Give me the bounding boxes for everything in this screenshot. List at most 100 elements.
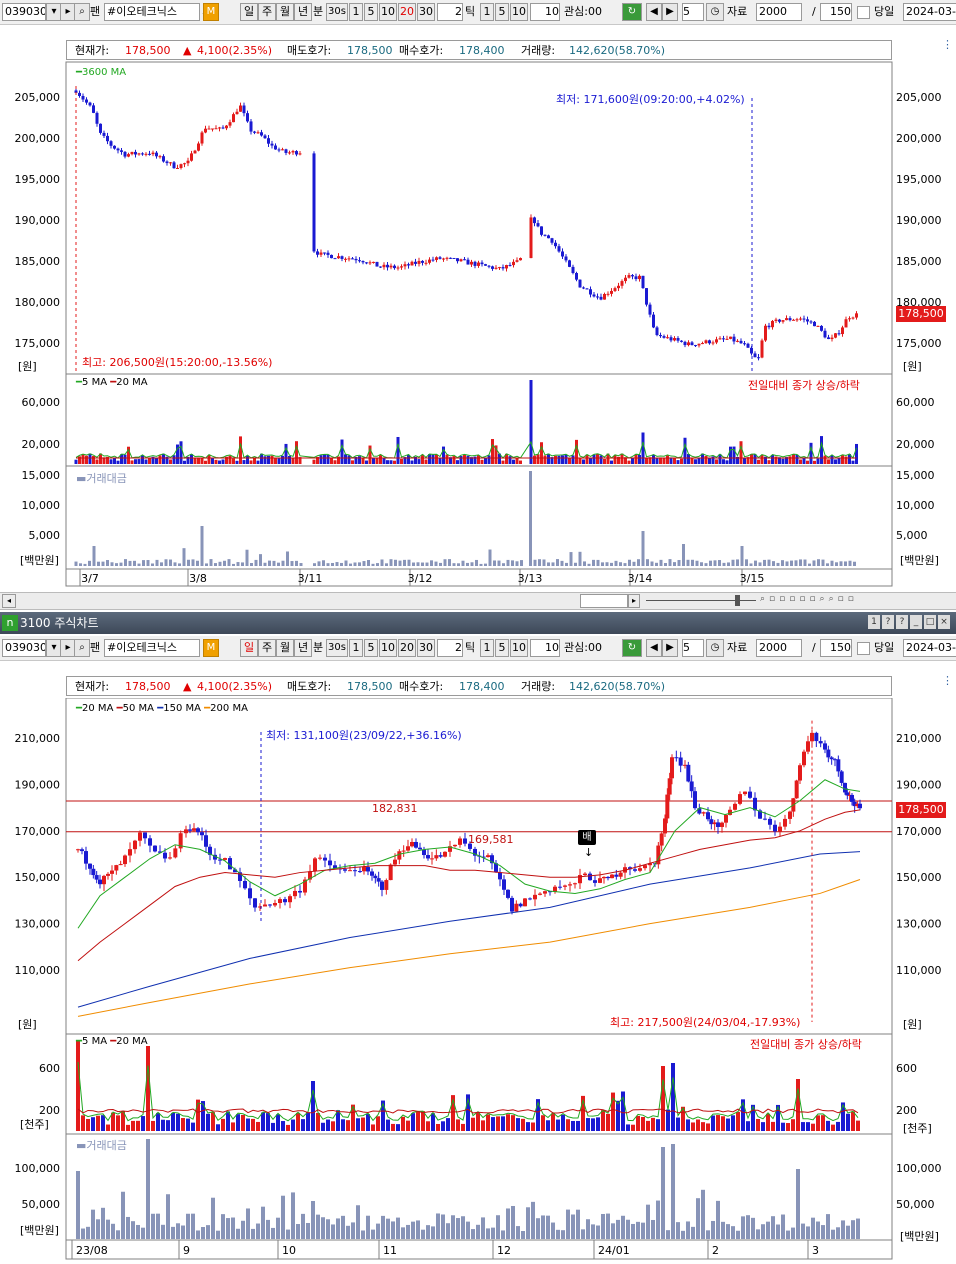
b-min-5[interactable]: 5 [364, 639, 378, 657]
candle-body [841, 327, 844, 335]
window-num-button[interactable]: 1 [868, 615, 880, 629]
option-button[interactable]: ? [896, 615, 908, 629]
amount-bar [439, 562, 442, 566]
b-search-icon[interactable]: ⌕ [74, 639, 90, 657]
candle-body [760, 340, 764, 358]
intraday-chart[interactable]: 205,000 205,000 200,000 200,000 195,000 195,0… [0, 0, 956, 592]
candle-body [550, 238, 554, 243]
daily-amount-bar [646, 1204, 650, 1239]
daily-amount-bar [796, 1169, 800, 1239]
b-refresh-icon[interactable]: ↻ [622, 639, 642, 657]
signal-badge[interactable]: 배 [578, 830, 596, 845]
b-prev-arrow-icon[interactable]: ◀ [646, 639, 662, 657]
b-clock-icon[interactable]: ◷ [706, 639, 724, 657]
daily-amount-bar [196, 1230, 200, 1239]
b-period-day[interactable]: 일 [240, 639, 258, 657]
b-min-20[interactable]: 20 [398, 639, 416, 657]
amount-bar [709, 560, 712, 566]
amount-bar [263, 562, 267, 566]
b-m-icon[interactable]: M [203, 639, 219, 657]
candle-body [627, 275, 631, 278]
b-min-1[interactable]: 1 [349, 639, 363, 657]
bot-date-label: 11 [383, 1244, 397, 1257]
daily-volume-bar [481, 1120, 485, 1131]
amount-bar [83, 563, 87, 566]
chart-tool-icons[interactable]: ⌕▫▫▫▫▫⌕⌕▫▫ [760, 594, 952, 606]
volume-bar [372, 457, 375, 464]
b-period-week[interactable]: 주 [258, 639, 276, 657]
daily-candle-body [533, 894, 537, 900]
b-today-checkbox[interactable] [857, 642, 870, 655]
bot-ytick-left: 210,000 [15, 732, 61, 745]
amount-bar [394, 559, 397, 566]
chart-scrollbar[interactable]: ◂ ▸ ⌕▫▫▫▫▫⌕⌕▫▫ [0, 592, 956, 610]
amount-bar [632, 561, 636, 566]
daily-volume-bar [676, 1117, 680, 1131]
help-button[interactable]: ? [882, 615, 894, 629]
candle-body [288, 152, 291, 154]
close-button[interactable]: × [938, 615, 950, 629]
volume-bar [676, 460, 680, 464]
top-amt-legend-label: 거래대금 [86, 472, 127, 485]
scroll-thumb[interactable] [580, 594, 628, 608]
zoom-slider-handle[interactable] [735, 595, 740, 606]
b-min-30[interactable]: 30 [417, 639, 435, 657]
bot-date-label: 23/08 [76, 1244, 108, 1257]
daily-candle-body [243, 880, 247, 889]
candle-body [368, 262, 372, 264]
amount-bar [520, 560, 523, 566]
daily-amount-bar [106, 1219, 110, 1239]
amount-bar [799, 559, 802, 566]
volume-bar [547, 453, 550, 464]
b-tick-count-input[interactable]: 10 [530, 639, 560, 657]
b-tick-10[interactable]: 10 [510, 639, 528, 657]
b-period-minute[interactable]: 분 [313, 639, 323, 657]
b-date-input[interactable]: 2024-03- [903, 639, 956, 657]
candle-body [410, 261, 414, 266]
daily-candle-body [823, 743, 827, 750]
daily-amount-bar [411, 1221, 415, 1239]
daily-candle-body [510, 897, 514, 912]
amount-bar [97, 561, 100, 566]
daily-candle-body [323, 857, 327, 861]
b-period-year[interactable]: 년 [294, 639, 312, 657]
daily-candle-body [414, 841, 418, 848]
daily-volume-bar [701, 1122, 705, 1131]
b-tick-1[interactable]: 1 [480, 639, 494, 657]
b-next-arrow-icon[interactable]: ▶ [662, 639, 678, 657]
b-tick-label: 틱 [465, 641, 476, 654]
b-stock-code-input[interactable]: 039030 [2, 639, 46, 657]
daily-volume-bar [486, 1114, 490, 1131]
scroll-right-icon[interactable]: ▸ [628, 594, 640, 608]
b-min-10[interactable]: 10 [379, 639, 397, 657]
daily-chart[interactable]: 210,000 210,000 190,000 190,000 170,000 170,0… [0, 698, 956, 1264]
daily-amount-bar [266, 1219, 270, 1239]
b-side-menu-icon[interactable]: ⋮ [942, 674, 954, 687]
minimize-button[interactable]: _ [910, 615, 922, 629]
b-view-count-input[interactable]: 150 [820, 639, 852, 657]
b-watch-label[interactable]: 관심:00 [564, 639, 602, 657]
candle-body [102, 132, 106, 136]
daily-amount-bar [361, 1230, 365, 1239]
daily-amount-bar [416, 1220, 420, 1239]
window-titlebar: n 3100 주식차트 1 ? ? _ □ × [0, 612, 956, 634]
b-tick-input[interactable]: 2 [437, 639, 463, 657]
amount-bar [376, 563, 379, 566]
b-slash-label: / [812, 641, 816, 654]
daily-candle-body [538, 893, 542, 895]
daily-candle-body [358, 871, 362, 873]
amount-bar [695, 560, 699, 566]
b-sec-button[interactable]: 30s [326, 639, 348, 657]
maximize-button[interactable]: □ [924, 615, 936, 629]
top-amt-unit-right: [백만원] [900, 554, 939, 567]
b-tick-5[interactable]: 5 [495, 639, 509, 657]
amount-bar [497, 560, 501, 566]
amount-bar [565, 562, 568, 566]
b-period-month[interactable]: 월 [276, 639, 294, 657]
daily-candle-body [223, 858, 227, 860]
candle-body [662, 336, 666, 338]
volume-bar [326, 454, 330, 464]
b-step-input[interactable]: 5 [682, 639, 704, 657]
b-data-count-select[interactable]: 2000 [756, 639, 802, 657]
scroll-left-icon[interactable]: ◂ [2, 594, 16, 608]
